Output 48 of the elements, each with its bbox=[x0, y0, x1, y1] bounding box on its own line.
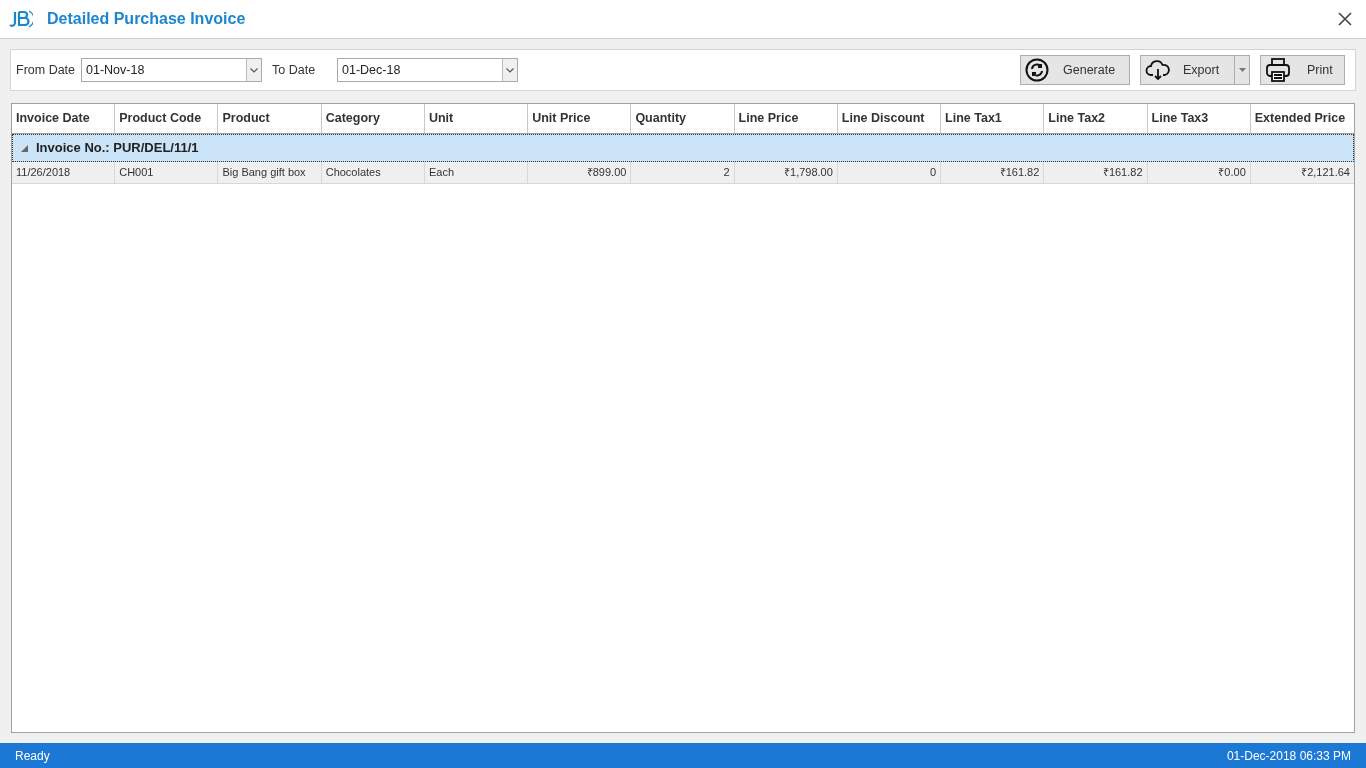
table-cell: Chocolates bbox=[321, 162, 425, 183]
column-header[interactable]: Line Tax1 bbox=[941, 104, 1045, 133]
field-label: To Date bbox=[272, 61, 317, 79]
table-cell: 2 bbox=[631, 162, 735, 183]
table-cell: ₹161.82 bbox=[1044, 162, 1148, 183]
column-header[interactable]: Category bbox=[321, 104, 425, 133]
print-button[interactable]: Print bbox=[1260, 55, 1345, 85]
table-cell-text: ₹2,121.64 bbox=[1300, 165, 1351, 181]
export-dropdown-button[interactable] bbox=[1234, 56, 1249, 84]
refresh-icon bbox=[1025, 58, 1049, 82]
table-cell: ₹161.82 bbox=[941, 162, 1045, 183]
group-label: Invoice No.: PUR/DEL/11/1 bbox=[36, 139, 199, 158]
table-cell: Each bbox=[424, 162, 529, 183]
column-header[interactable]: Extended Price bbox=[1250, 104, 1354, 133]
column-header[interactable]: Product Code bbox=[115, 104, 219, 133]
column-header[interactable]: Line Discount bbox=[837, 104, 942, 133]
table-cell: CH001 bbox=[115, 162, 219, 183]
generate-button[interactable]: Generate bbox=[1020, 55, 1130, 85]
status-datetime: 01-Dec-2018 06:33 PM bbox=[1226, 747, 1351, 765]
collapse-triangle-icon[interactable] bbox=[21, 144, 28, 152]
column-header[interactable]: Unit Price bbox=[528, 104, 632, 133]
caret-icon bbox=[246, 59, 261, 81]
column-header[interactable]: Quantity bbox=[631, 104, 735, 133]
column-header[interactable]: Invoice Date bbox=[12, 104, 116, 133]
caret-icon bbox=[502, 59, 517, 81]
cloud-download-icon bbox=[1145, 59, 1171, 81]
column-header[interactable]: Line Tax3 bbox=[1147, 104, 1251, 133]
close-icon bbox=[1338, 12, 1352, 26]
printer-icon bbox=[1265, 57, 1291, 83]
table-cell: Big Bang gift box bbox=[218, 162, 322, 183]
field-label: From Date bbox=[16, 61, 77, 79]
table-cell: 11/26/2018 bbox=[12, 162, 116, 183]
status-text: Ready bbox=[15, 747, 50, 765]
group-row[interactable]: Invoice No.: PUR/DEL/11/1 bbox=[12, 134, 1354, 162]
column-header[interactable]: Line Price bbox=[734, 104, 838, 133]
column-header[interactable]: Line Tax2 bbox=[1044, 104, 1148, 133]
table-cell: ₹1,798.00 bbox=[734, 162, 838, 183]
caret-icon bbox=[1238, 68, 1246, 72]
export-button[interactable]: Export bbox=[1141, 56, 1234, 84]
column-header[interactable]: Product bbox=[218, 104, 322, 133]
column-header[interactable]: Unit bbox=[424, 104, 529, 133]
table-cell: ₹899.00 bbox=[528, 162, 632, 183]
table-cell: 0 bbox=[837, 162, 942, 183]
window-title: Detailed Purchase Invoice bbox=[47, 9, 246, 29]
date-dropdown[interactable]: 01-Nov-18 bbox=[81, 58, 262, 82]
date-dropdown[interactable]: 01-Dec-18 bbox=[337, 58, 518, 82]
table-cell: ₹0.00 bbox=[1147, 162, 1251, 183]
app-logo-icon bbox=[9, 9, 33, 29]
